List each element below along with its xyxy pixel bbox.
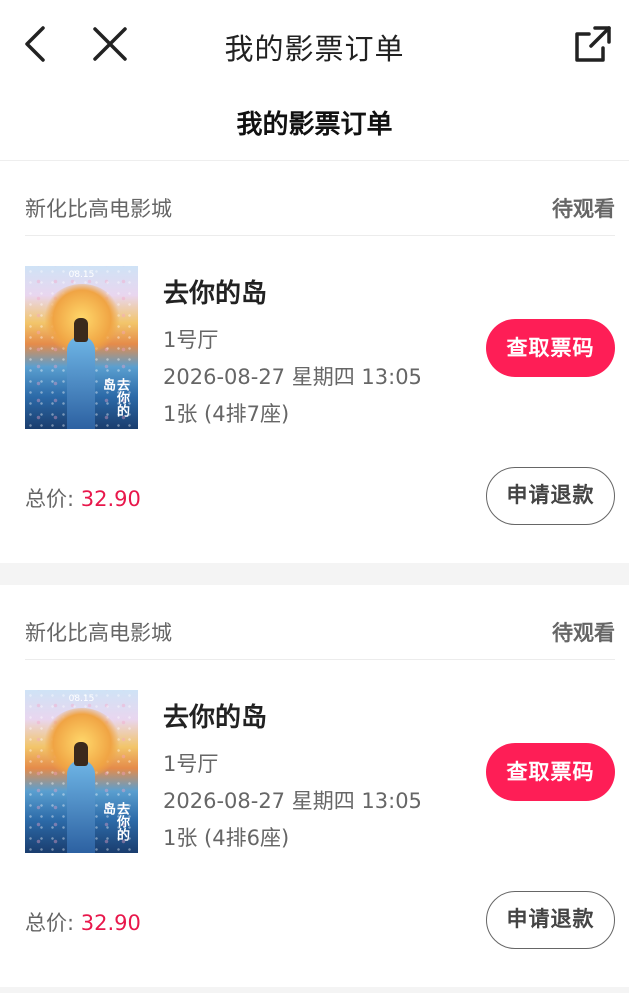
get-ticket-code-button[interactable]: 查取票码 (486, 319, 615, 377)
total-price-label: 总价: (25, 487, 81, 511)
order-status: 待观看 (552, 197, 615, 221)
cinema-row: 新化比高电影城 待观看 (25, 585, 615, 660)
window-title: 我的影票订单 (224, 32, 405, 66)
total-price: 总价: 32.90 (25, 907, 141, 937)
hall-name: 1号厅 (163, 328, 219, 352)
share-external-icon (575, 26, 611, 62)
poster-logo: 去你的岛 (100, 378, 129, 417)
poster-figure (74, 318, 88, 342)
cinema-name: 新化比高电影城 (25, 197, 172, 221)
poster-logo: 去你的岛 (100, 802, 129, 841)
poster-river (67, 336, 95, 429)
seat-info: 1张 (4排6座) (163, 826, 290, 850)
total-price-label: 总价: (25, 911, 81, 935)
movie-title: 去你的岛 (163, 279, 268, 309)
seat-info: 1张 (4排7座) (163, 402, 290, 426)
poster-date: 08.15 (68, 694, 95, 704)
showtime: 2026-08-27 星期四 13:05 (163, 365, 422, 389)
get-ticket-code-button[interactable]: 查取票码 (486, 743, 615, 801)
poster-river (67, 760, 95, 853)
order-card: 新化比高电影城 待观看 08.15 去你的岛 去你的岛 1号厅 2026-08-… (0, 161, 629, 563)
movie-title: 去你的岛 (163, 703, 268, 733)
request-refund-button[interactable]: 申请退款 (486, 467, 615, 525)
showtime: 2026-08-27 星期四 13:05 (163, 789, 422, 813)
request-refund-button[interactable]: 申请退款 (486, 891, 615, 949)
total-price: 总价: 32.90 (25, 483, 141, 513)
cinema-row: 新化比高电影城 待观看 (25, 161, 615, 236)
page-title: 我的影票订单 (0, 90, 629, 161)
cinema-name: 新化比高电影城 (25, 621, 172, 645)
poster-date: 08.15 (68, 270, 95, 280)
share-button[interactable] (571, 22, 615, 66)
hall-name: 1号厅 (163, 752, 219, 776)
order-card: 新化比高电影城 待观看 08.15 去你的岛 去你的岛 1号厅 2026-08-… (0, 585, 629, 987)
total-price-amount: 32.90 (80, 487, 141, 511)
top-navigation-bar: 我的影票订单 (0, 0, 629, 90)
total-price-amount: 32.90 (80, 911, 141, 935)
poster-figure (74, 742, 88, 766)
movie-poster[interactable]: 08.15 去你的岛 (25, 690, 138, 853)
movie-poster[interactable]: 08.15 去你的岛 (25, 266, 138, 429)
order-status: 待观看 (552, 621, 615, 645)
